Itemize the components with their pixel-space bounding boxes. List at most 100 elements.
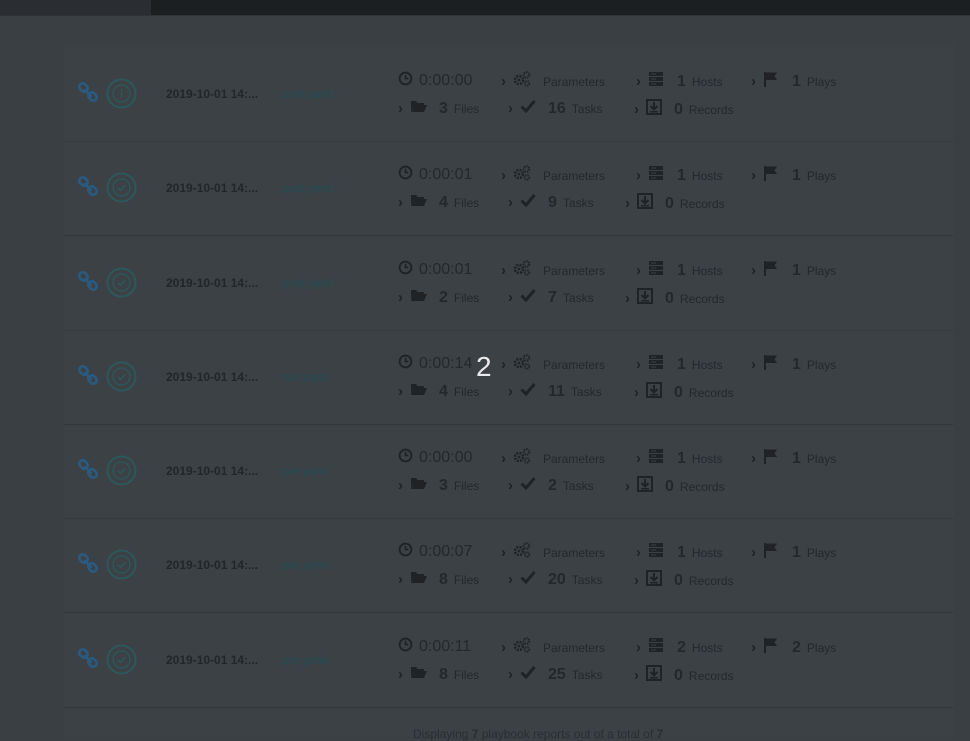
hosts-label: Hosts <box>691 545 723 560</box>
link-icon[interactable] <box>77 364 99 387</box>
parameters-link[interactable]: › Parameters <box>501 260 605 279</box>
plays-link[interactable]: › 1 Plays <box>751 448 836 467</box>
success-status-icon <box>106 267 137 298</box>
parameters-link[interactable]: › Parameters <box>501 448 605 469</box>
hosts-link[interactable]: › 1 Hosts <box>636 165 723 186</box>
records-label: Records <box>688 668 734 683</box>
records-link[interactable]: › 0 Records <box>625 288 725 307</box>
tasks-link[interactable]: › 16 Tasks <box>508 99 602 117</box>
check-icon <box>520 476 536 495</box>
plays-link[interactable]: › 1 Plays <box>751 260 836 279</box>
playbook-row[interactable]: 2019-10-01 14:... post.yaml 0:00:00 › Parame… <box>64 47 954 142</box>
files-count: 8 <box>439 665 448 683</box>
playbook-row[interactable]: 2019-10-01 14:... pre.yaml 0:00:07 › Paramet… <box>64 518 954 613</box>
tasks-link[interactable]: › 9 Tasks <box>508 193 594 211</box>
success-status-icon <box>106 172 137 203</box>
tasks-count: 16 <box>548 99 566 117</box>
playbook-file-link[interactable]: pre.yaml <box>282 558 328 572</box>
files-link[interactable]: › 8 Files <box>398 665 479 683</box>
link-icon[interactable] <box>77 458 99 481</box>
tasks-label: Tasks <box>562 478 594 493</box>
tasks-link[interactable]: › 11 Tasks <box>508 382 602 400</box>
records-label: Records <box>688 385 734 400</box>
playbook-file-link[interactable]: pre.yaml <box>282 464 328 478</box>
parameters-link[interactable]: › Parameters <box>501 637 605 656</box>
playbook-row[interactable]: 2019-10-01 14:... post.yaml 0:00:01 › Parame… <box>64 236 954 331</box>
parameters-link[interactable]: › Parameters <box>501 542 605 561</box>
files-link[interactable]: › 4 Files <box>398 382 479 400</box>
chevron-right-icon: › <box>398 193 403 211</box>
chevron-right-icon: › <box>751 355 756 373</box>
link-icon[interactable] <box>77 175 99 198</box>
playbook-row[interactable]: 2019-10-01 14:... post.yaml 0:00:01 › Parame… <box>64 141 954 236</box>
records-link[interactable]: › 0 Records <box>625 476 725 495</box>
gears-icon <box>513 354 531 375</box>
hosts-link[interactable]: › 1 Hosts <box>636 542 723 561</box>
link-icon[interactable] <box>77 552 99 575</box>
check-icon <box>520 193 536 212</box>
plays-link[interactable]: › 1 Plays <box>751 542 836 563</box>
chevron-right-icon: › <box>751 638 756 656</box>
parameters-link[interactable]: › Parameters <box>501 165 605 186</box>
playbook-file-link[interactable]: post.yaml <box>282 87 333 101</box>
tasks-link[interactable]: › 7 Tasks <box>508 288 594 306</box>
records-link[interactable]: › 0 Records <box>625 193 725 212</box>
plays-link[interactable]: › 2 Plays <box>751 637 837 656</box>
hosts-link[interactable]: › 1 Hosts <box>636 71 723 90</box>
records-link[interactable]: › 0 Records <box>634 99 734 118</box>
link-icon[interactable] <box>77 81 99 104</box>
records-link[interactable]: › 0 Records <box>634 382 734 401</box>
tasks-link[interactable]: › 2 Tasks <box>508 476 594 494</box>
tasks-link[interactable]: › 20 Tasks <box>508 570 602 588</box>
chevron-right-icon: › <box>751 449 756 467</box>
files-link[interactable]: › 8 Files <box>398 570 479 588</box>
flag-icon <box>763 542 779 563</box>
tasks-count: 11 <box>548 382 565 400</box>
chevron-right-icon: › <box>508 193 513 211</box>
tasks-label: Tasks <box>562 195 594 210</box>
records-link[interactable]: › 0 Records <box>634 665 734 684</box>
files-label: Files <box>453 384 480 399</box>
playbook-file-link[interactable]: pre.yaml <box>282 653 328 667</box>
gears-icon <box>513 71 531 92</box>
gears-icon <box>513 448 531 469</box>
clock-icon <box>398 448 413 468</box>
playbook-file-link[interactable]: run.yaml <box>282 370 328 384</box>
success-status-icon <box>106 549 137 580</box>
plays-link[interactable]: › 1 Plays <box>751 165 836 184</box>
hosts-label: Hosts <box>691 263 723 278</box>
playbook-file-link[interactable]: post.yaml <box>282 276 333 290</box>
hosts-link[interactable]: › 1 Hosts <box>636 448 723 467</box>
parameters-link[interactable]: › Parameters <box>501 354 605 375</box>
nav-tab[interactable] <box>0 0 151 15</box>
parameters-link[interactable]: › Parameters <box>501 71 605 92</box>
playbook-row[interactable]: 2019-10-01 14:... pre.yaml 0:00:11 › Paramet… <box>64 613 954 708</box>
playbook-row[interactable]: 2019-10-01 14:... run.yaml 0:00:14 › Paramet… <box>64 330 954 425</box>
records-link[interactable]: › 0 Records <box>634 570 734 589</box>
hosts-link[interactable]: › 1 Hosts <box>636 354 723 373</box>
gears-icon <box>513 165 531 186</box>
files-link[interactable]: › 3 Files <box>398 99 479 117</box>
hosts-link[interactable]: › 2 Hosts <box>636 637 723 656</box>
hosts-label: Hosts <box>691 451 723 466</box>
link-icon[interactable] <box>77 270 99 293</box>
records-count: 0 <box>665 477 674 495</box>
check-icon <box>520 288 536 307</box>
plays-label: Plays <box>806 640 837 655</box>
files-link[interactable]: › 2 Files <box>398 288 479 306</box>
files-link[interactable]: › 3 Files <box>398 476 479 494</box>
playbook-file-link[interactable]: post.yaml <box>282 181 333 195</box>
hosts-link[interactable]: › 1 Hosts <box>636 260 723 279</box>
playbook-date: 2019-10-01 14:... <box>166 464 259 478</box>
link-icon[interactable] <box>77 647 99 670</box>
files-label: Files <box>453 195 480 210</box>
plays-link[interactable]: › 1 Plays <box>751 71 836 90</box>
tasks-link[interactable]: › 25 Tasks <box>508 665 602 683</box>
files-link[interactable]: › 4 Files <box>398 193 479 211</box>
plays-count: 1 <box>792 261 801 279</box>
plays-link[interactable]: › 1 Plays <box>751 354 836 373</box>
duration-stat: 0:00:11 <box>398 637 471 655</box>
chevron-right-icon: › <box>501 166 506 184</box>
server-icon <box>648 165 664 186</box>
playbook-row[interactable]: 2019-10-01 14:... pre.yaml 0:00:00 › Paramet… <box>64 424 954 519</box>
